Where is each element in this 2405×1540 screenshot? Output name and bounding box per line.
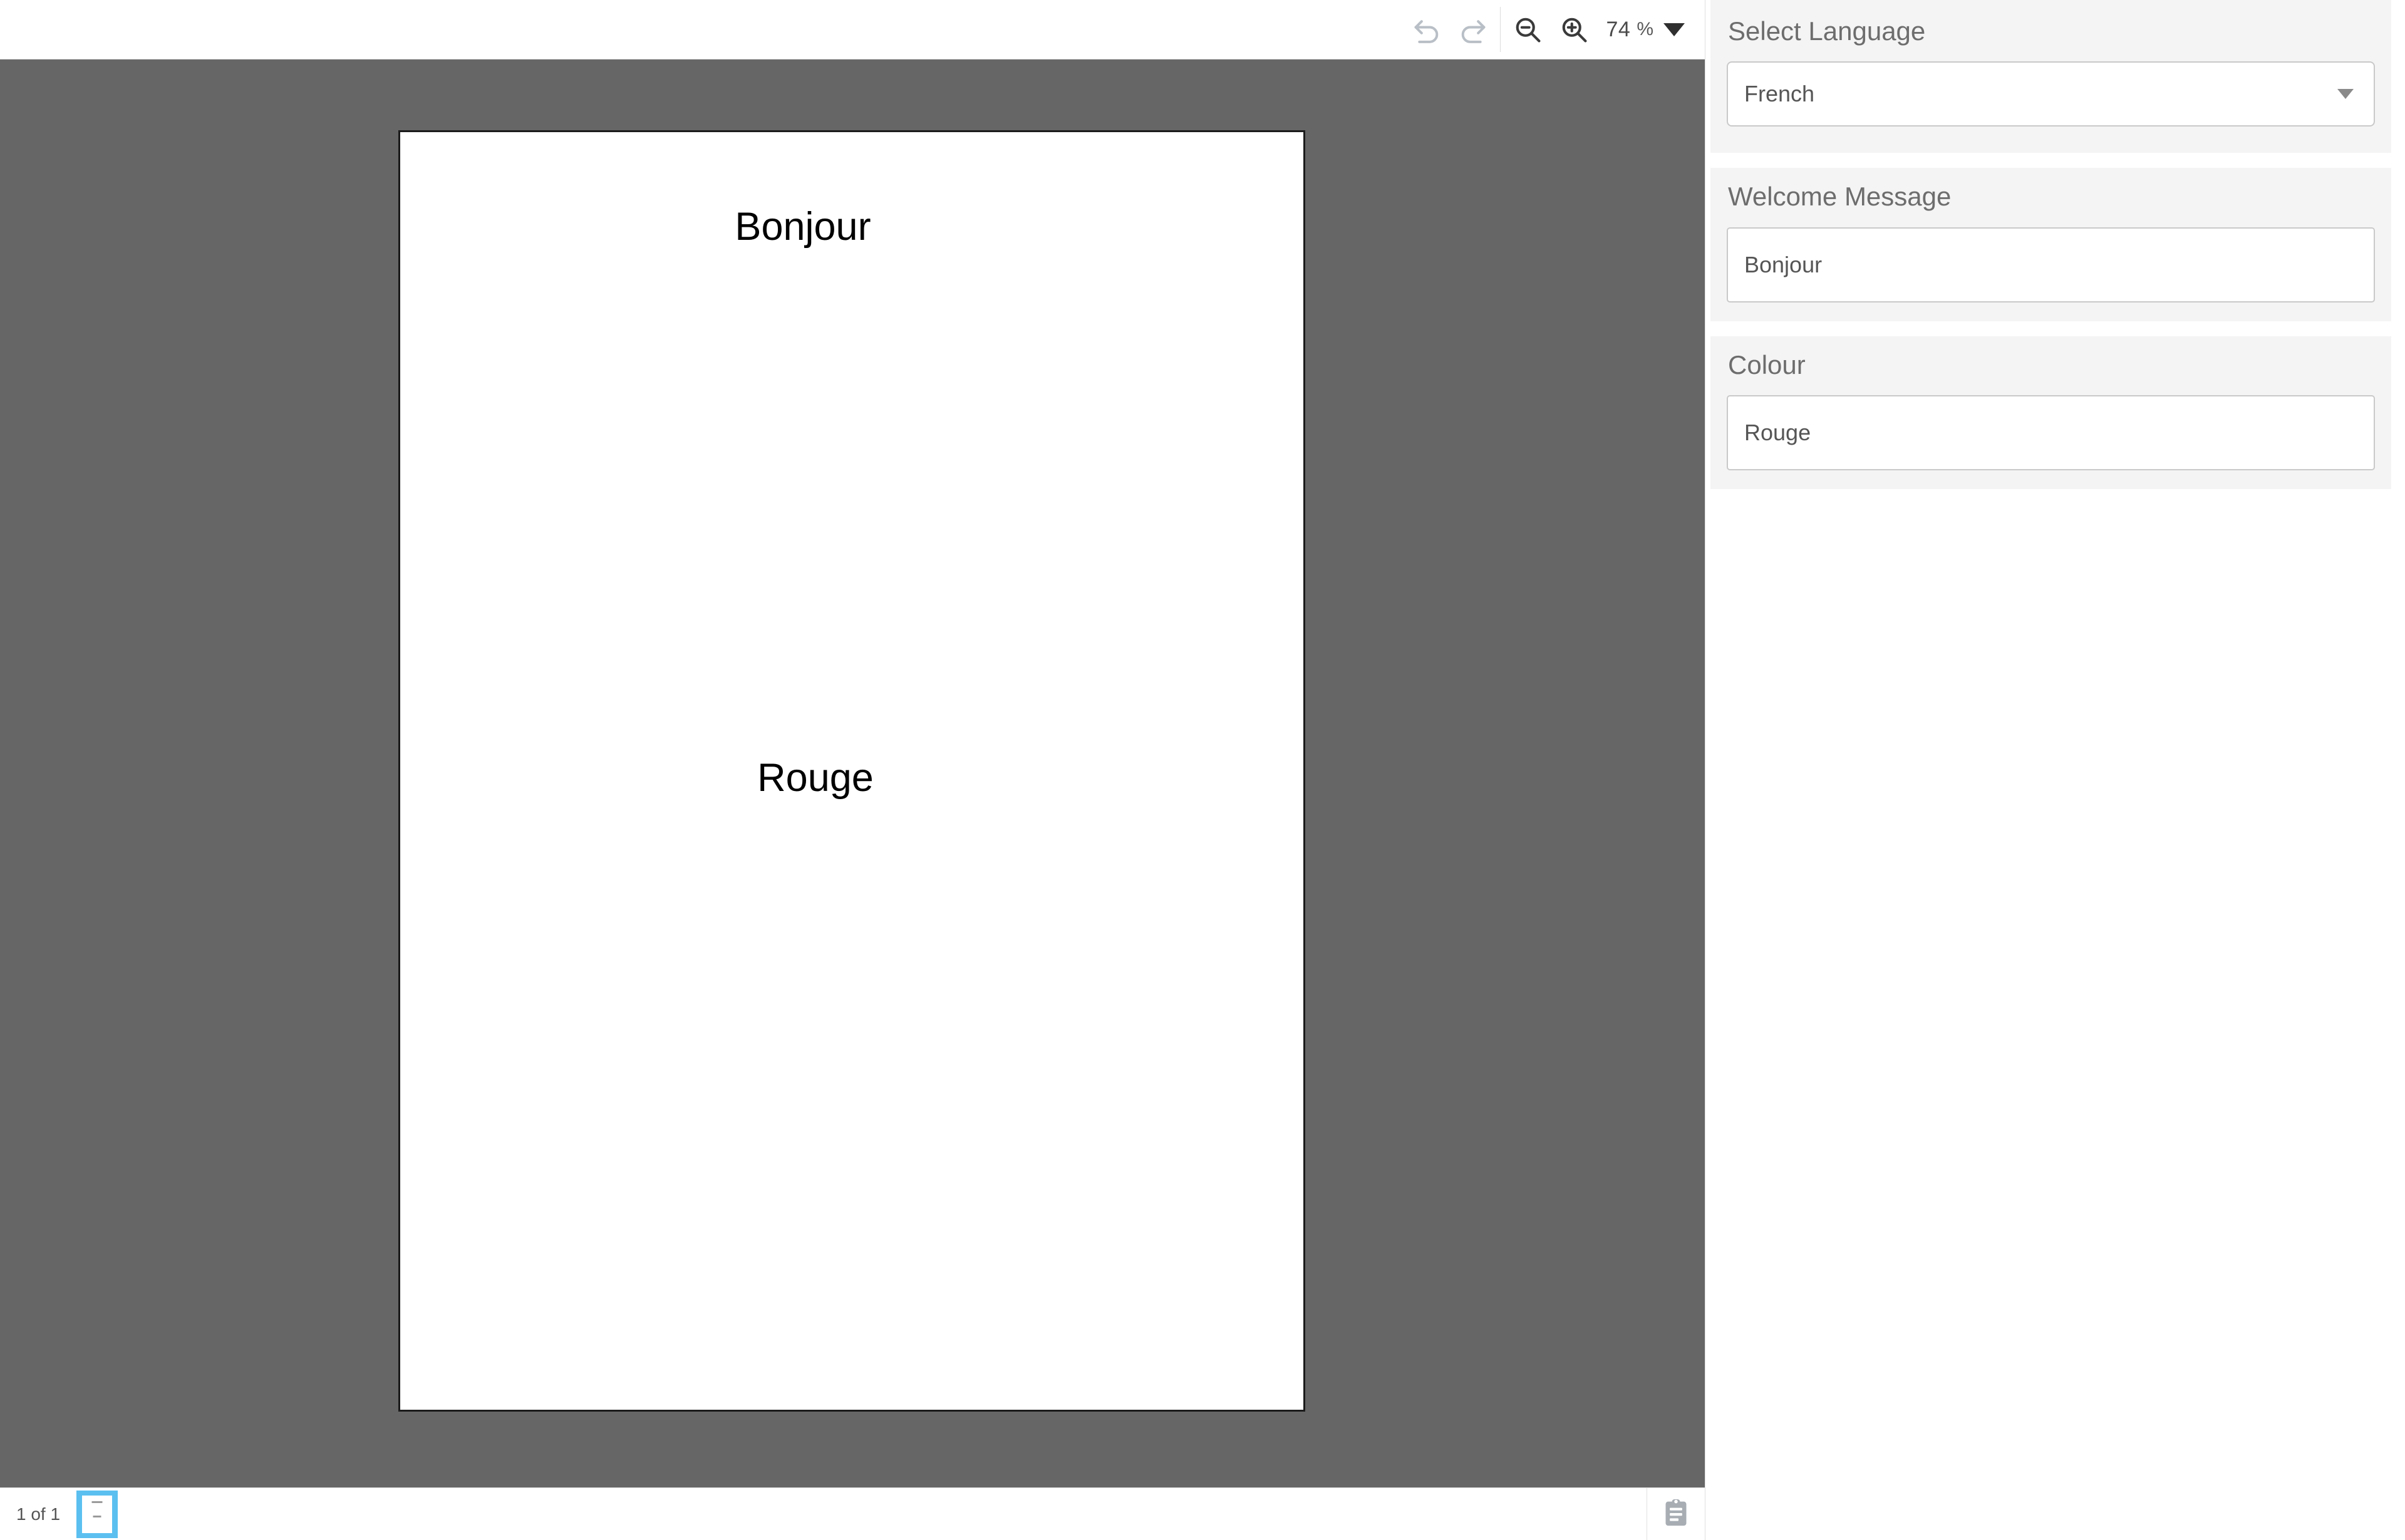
zoom-percent-symbol: % bbox=[1637, 19, 1653, 39]
properties-panel: Select Language French Welcome Message B… bbox=[1705, 0, 2405, 1540]
editor-status-bar: 1 of 1 bbox=[0, 1487, 1705, 1540]
zoom-out-button[interactable] bbox=[1504, 6, 1551, 53]
colour-input[interactable]: Rouge bbox=[1727, 395, 2375, 470]
document-editor: 74 % Bonjour Rouge 1 of 1 bbox=[0, 0, 1705, 1540]
app-root: 74 % Bonjour Rouge 1 of 1 Select Languag… bbox=[0, 0, 2405, 1540]
page-text-colour[interactable]: Rouge bbox=[364, 755, 1267, 800]
welcome-message-value: Bonjour bbox=[1744, 251, 1823, 277]
zoom-out-icon bbox=[1511, 13, 1544, 46]
thumbnail-text-line-1 bbox=[91, 1501, 103, 1503]
clipboard-icon bbox=[1662, 1498, 1690, 1531]
zoom-in-button[interactable] bbox=[1551, 6, 1597, 53]
thumbnail-text-line-2 bbox=[93, 1515, 101, 1517]
colour-section: Colour Rouge bbox=[1710, 336, 2391, 489]
page-thumbnail-preview bbox=[82, 1495, 113, 1533]
zoom-in-icon bbox=[1558, 13, 1590, 46]
welcome-message-section: Welcome Message Bonjour bbox=[1710, 168, 2391, 321]
clipboard-button[interactable] bbox=[1647, 1488, 1705, 1540]
welcome-message-section-title: Welcome Message bbox=[1728, 182, 1952, 212]
zoom-level-value[interactable]: 74 bbox=[1606, 18, 1630, 42]
redo-icon bbox=[1456, 12, 1491, 47]
language-select-value: French bbox=[1744, 81, 1815, 107]
status-bar-right-group bbox=[1647, 1488, 1705, 1540]
page-counter: 1 of 1 bbox=[16, 1504, 61, 1524]
colour-section-title: Colour bbox=[1728, 349, 1806, 380]
document-canvas[interactable]: Bonjour Rouge bbox=[0, 59, 1705, 1487]
language-section-title: Select Language bbox=[1728, 16, 1926, 46]
zoom-button-group: 74 % bbox=[1504, 0, 1690, 59]
page-thumbnail[interactable] bbox=[76, 1490, 118, 1538]
zoom-dropdown-caret-icon[interactable] bbox=[1663, 23, 1685, 36]
welcome-message-input[interactable]: Bonjour bbox=[1727, 227, 2375, 302]
document-page[interactable]: Bonjour Rouge bbox=[398, 130, 1305, 1412]
toolbar-divider bbox=[1500, 7, 1501, 52]
language-section: Select Language French bbox=[1710, 0, 2391, 153]
history-button-group bbox=[1404, 0, 1496, 59]
redo-button[interactable] bbox=[1450, 6, 1496, 53]
language-select[interactable]: French bbox=[1727, 61, 2375, 127]
undo-icon bbox=[1409, 12, 1444, 47]
undo-button[interactable] bbox=[1404, 6, 1450, 53]
colour-value: Rouge bbox=[1744, 419, 1811, 445]
chevron-down-icon bbox=[2337, 89, 2354, 100]
editor-toolbar: 74 % bbox=[0, 0, 1705, 59]
page-text-greeting[interactable]: Bonjour bbox=[351, 204, 1254, 249]
